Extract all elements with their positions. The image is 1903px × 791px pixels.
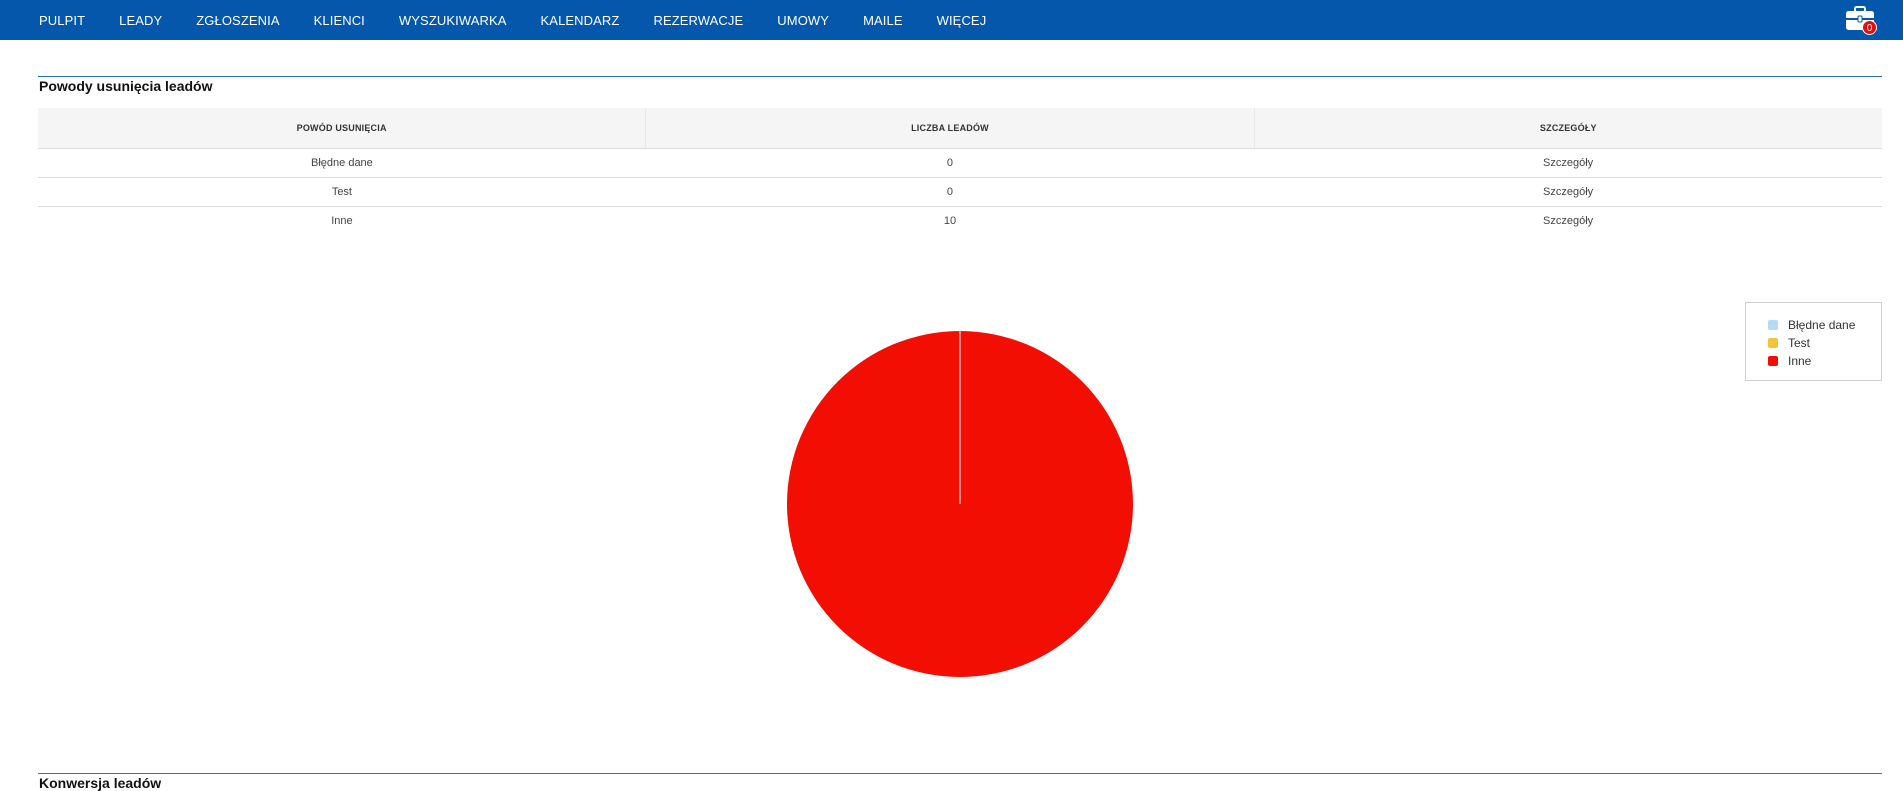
legend-item[interactable]: Inne: [1768, 352, 1881, 370]
legend-item[interactable]: Błędne dane: [1768, 316, 1881, 334]
legend-item[interactable]: Test: [1768, 334, 1881, 352]
nav-item-wyszukiwarka[interactable]: WYSZUKIWARKA: [399, 13, 507, 28]
pie-chart: [786, 330, 1134, 678]
deletion-reasons-table: POWÓD USUNIĘCIA LICZBA LEADÓW SZCZEGÓŁY …: [38, 108, 1882, 235]
reason-cell: Test: [38, 177, 646, 207]
table-row: Inne 10 Szczegóły: [38, 207, 1882, 236]
column-header-lead-count[interactable]: LICZBA LEADÓW: [645, 108, 1255, 149]
section-divider: [38, 773, 1882, 774]
reason-cell: Inne: [331, 215, 353, 227]
legend-swatch: [1768, 338, 1778, 348]
details-link[interactable]: Szczegóły: [1254, 148, 1882, 178]
nav-item-leady[interactable]: LEADY: [119, 13, 162, 28]
pie-chart-svg: [787, 331, 1133, 677]
column-header-reason[interactable]: POWÓD USUNIĘCIA: [38, 108, 647, 149]
nav-item-zgloszenia[interactable]: ZGŁOSZENIA: [196, 13, 279, 28]
nav-item-rezerwacje[interactable]: REZERWACJE: [653, 13, 743, 28]
briefcase-button[interactable]: 0: [1845, 5, 1877, 35]
count-cell: 0: [645, 177, 1255, 207]
section-title: Konwersja leadów: [39, 775, 162, 791]
details-link[interactable]: Szczegóły: [1254, 207, 1882, 236]
nav-item-umowy[interactable]: UMOWY: [777, 13, 829, 28]
table-row: Test 0 Szczegóły: [38, 177, 1882, 207]
details-link[interactable]: Szczegóły: [1254, 177, 1882, 207]
reason-cell: Błędne dane: [38, 148, 646, 178]
notification-badge: 0: [1862, 20, 1877, 35]
section-title: Powody usunięcia leadów: [39, 78, 213, 94]
legend-label: Test: [1788, 336, 1811, 350]
table-header-row: POWÓD USUNIĘCIA LICZBA LEADÓW SZCZEGÓŁY: [38, 108, 1882, 149]
legend-swatch: [1768, 356, 1778, 366]
legend-swatch: [1768, 320, 1778, 330]
nav-item-maile[interactable]: MAILE: [863, 13, 903, 28]
count-cell: 10: [943, 215, 957, 227]
legend-label: Błędne dane: [1788, 318, 1856, 332]
count-cell: 0: [645, 148, 1255, 178]
main-menu: PULPIT LEADY ZGŁOSZENIA KLIENCI WYSZUKIW…: [0, 13, 1020, 28]
table-row: Błędne dane 0 Szczegóły: [38, 148, 1882, 178]
nav-item-wiecej[interactable]: WIĘCEJ: [937, 13, 987, 28]
legend-label: Inne: [1788, 354, 1812, 368]
top-navigation-bar: PULPIT LEADY ZGŁOSZENIA KLIENCI WYSZUKIW…: [0, 0, 1903, 40]
nav-item-kalendarz[interactable]: KALENDARZ: [541, 13, 620, 28]
column-header-details[interactable]: SZCZEGÓŁY: [1254, 108, 1882, 149]
section-divider: [38, 76, 1882, 77]
chart-legend: Błędne dane Test Inne: [1745, 302, 1882, 381]
nav-item-klienci[interactable]: KLIENCI: [314, 13, 365, 28]
nav-item-pulpit[interactable]: PULPIT: [39, 13, 85, 28]
